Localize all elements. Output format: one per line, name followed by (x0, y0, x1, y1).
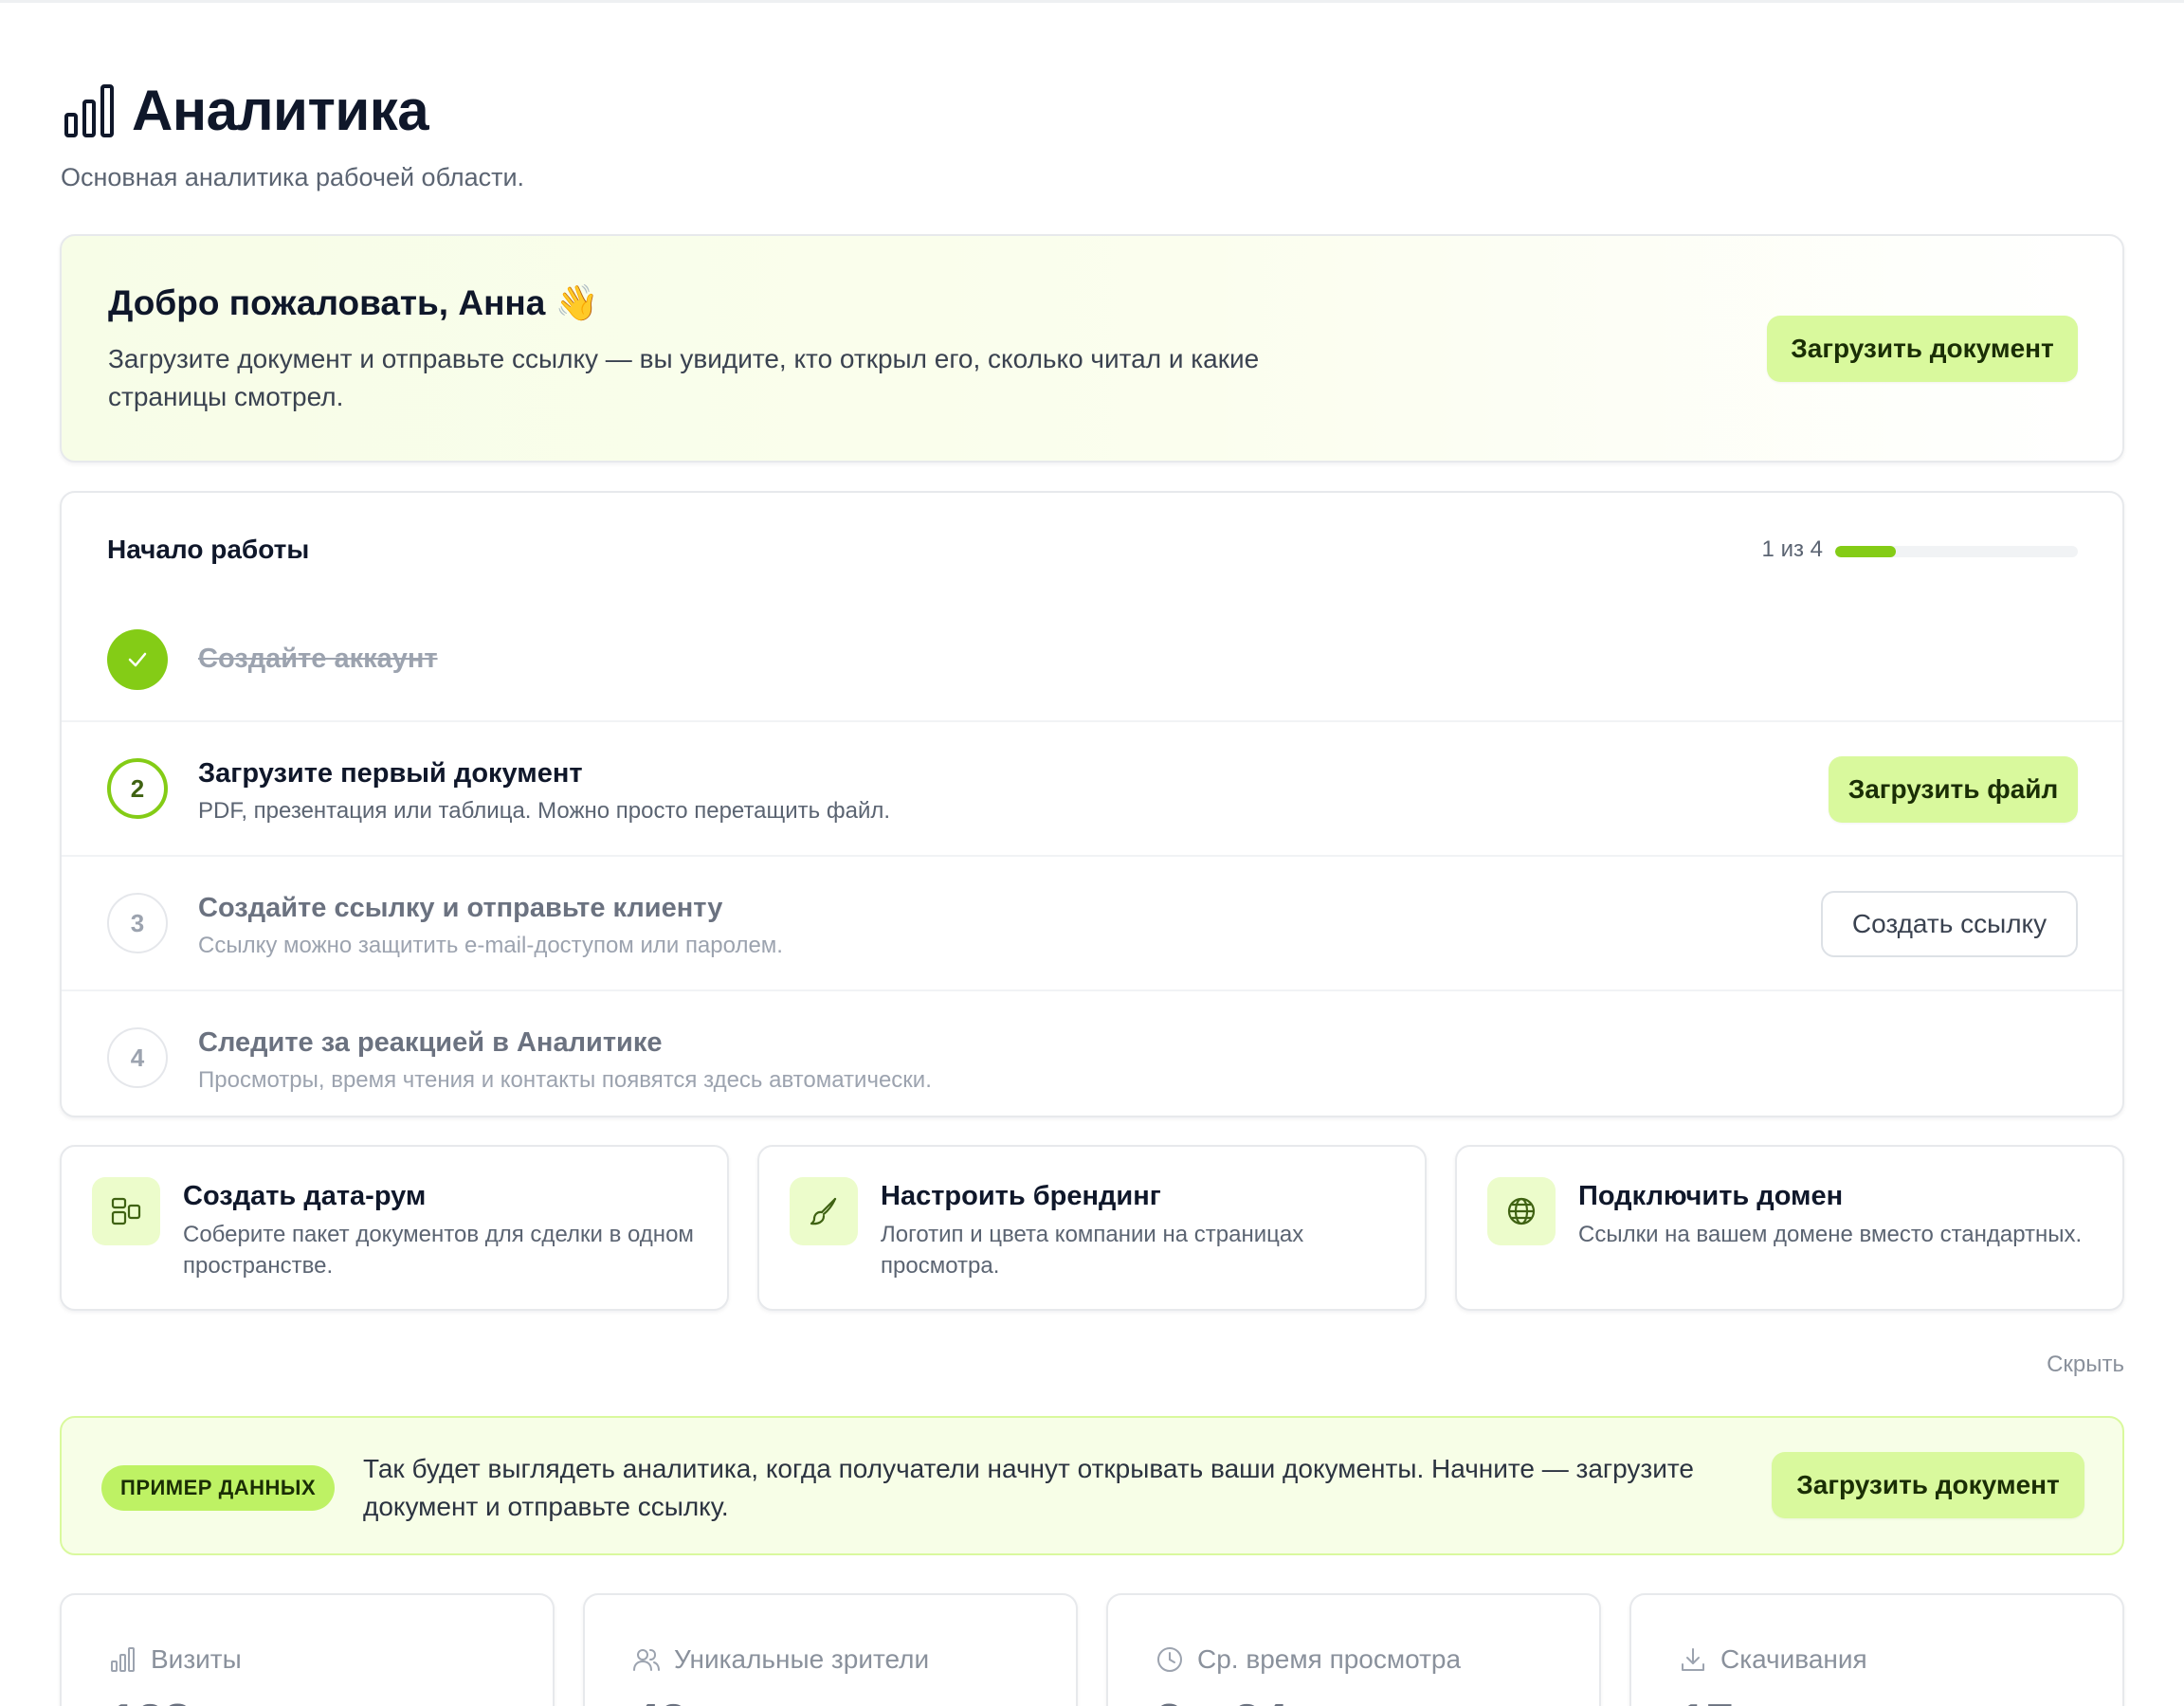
stat-label: Уникальные зрители (632, 1644, 929, 1675)
page-subtitle: Основная аналитика рабочей области. (61, 163, 525, 191)
page-title: Аналитика (132, 79, 429, 142)
quick-action-title: Настроить брендинг (881, 1181, 1161, 1211)
stat-label-text: Ср. время просмотра (1197, 1644, 1462, 1674)
welcome-text: Загрузите документ и отправьте ссылку — … (108, 344, 1260, 411)
step-number-badge: 2 (107, 758, 168, 819)
stat-card-downloads: Скачивания 17 (1629, 1593, 2124, 1706)
top-divider (0, 0, 2184, 3)
step-description: Ссылку можно защитить e-mail-доступом ил… (198, 933, 783, 958)
clock-icon (1157, 1647, 1182, 1672)
stat-value: 3м 24с (1156, 1694, 1316, 1706)
progress-text: 1 из 4 (1761, 536, 1823, 562)
sample-data-banner: ПРИМЕР ДАННЫХ Так будет выглядеть аналит… (60, 1416, 2124, 1555)
quick-action-description: Соберите пакет документов для сделки в о… (183, 1222, 694, 1279)
create-link-button[interactable]: Создать ссылку (1821, 891, 2078, 957)
onboarding-step-1: Создайте аккаунт (62, 576, 2122, 720)
sample-data-badge: ПРИМЕР ДАННЫХ (101, 1465, 336, 1511)
quick-action-title: Подключить домен (1578, 1181, 1844, 1211)
step-title: Загрузите первый документ (198, 758, 583, 789)
download-icon (1682, 1648, 1704, 1671)
progress-fill (1835, 546, 1896, 557)
onboarding-title: Начало работы (107, 535, 310, 564)
check-icon (128, 652, 147, 667)
upload-document-button[interactable]: Загрузить документ (1767, 316, 2078, 382)
stat-value: 128 (109, 1694, 191, 1706)
quick-action-description: Логотип и цвета компании на страницах пр… (881, 1222, 1304, 1279)
stat-label: Визиты (109, 1644, 242, 1675)
stat-card-unique-viewers: Уникальные зрители 42 (583, 1593, 1078, 1706)
page-header: Аналитика (64, 78, 429, 143)
welcome-title: Добро пожаловать, Анна 👋 (108, 283, 599, 322)
step-done-badge (107, 629, 168, 690)
onboarding-card: Начало работы 1 из 4 Создайте аккаунт 2 … (60, 491, 2124, 1117)
stat-card-visits: Визиты 128 (60, 1593, 555, 1706)
globe-icon (1487, 1177, 1556, 1245)
sample-upload-document-button[interactable]: Загрузить документ (1772, 1452, 2084, 1518)
hide-onboarding-link[interactable]: Скрыть (2047, 1352, 2124, 1378)
step-title: Создайте аккаунт (198, 644, 438, 674)
onboarding-step-2: 2 Загрузите первый документ PDF, презент… (62, 720, 2122, 855)
quick-action-title: Создать дата-рум (183, 1181, 427, 1211)
quick-action-domain[interactable]: Подключить домен Ссылки на вашем домене … (1455, 1145, 2124, 1311)
brush-icon (790, 1177, 858, 1245)
quick-action-branding[interactable]: Настроить брендинг Логотип и цвета компа… (757, 1145, 1427, 1311)
stat-label: Скачивания (1679, 1644, 1867, 1675)
stat-label-text: Визиты (151, 1644, 242, 1674)
onboarding-step-3: 3 Создайте ссылку и отправьте клиенту Сс… (62, 855, 2122, 989)
welcome-card: Добро пожаловать, Анна 👋 Загрузите докум… (60, 234, 2124, 463)
step-description: Просмотры, время чтения и контакты появя… (198, 1067, 932, 1093)
quick-action-data-room[interactable]: Создать дата-рум Соберите пакет документ… (60, 1145, 729, 1311)
step-description: PDF, презентация или таблица. Можно прос… (198, 798, 891, 824)
stat-value: 42 (632, 1694, 687, 1706)
upload-file-button[interactable]: Загрузить файл (1829, 756, 2078, 823)
quick-action-description: Ссылки на вашем домене вместо стандартны… (1578, 1222, 2083, 1247)
stat-card-avg-view-time: Ср. время просмотра 3м 24с (1106, 1593, 1601, 1706)
bar-chart-icon (64, 83, 114, 137)
dashboard-icon (92, 1177, 160, 1245)
progress-bar (1835, 546, 2078, 557)
bar-chart-icon (111, 1647, 135, 1672)
sample-data-text: Так будет выглядеть аналитика, когда пол… (363, 1454, 1694, 1521)
onboarding-step-4: 4 Следите за реакцией в Аналитике Просмо… (62, 989, 2122, 1117)
stat-value: 17 (1679, 1694, 1734, 1706)
step-title: Следите за реакцией в Аналитике (198, 1027, 663, 1058)
stat-label: Ср. время просмотра (1156, 1644, 1461, 1675)
stat-label-text: Уникальные зрители (674, 1644, 930, 1674)
stat-label-text: Скачивания (1720, 1644, 1867, 1674)
step-number-badge: 4 (107, 1027, 168, 1088)
step-number-badge: 3 (107, 893, 168, 953)
users-icon (633, 1649, 660, 1671)
step-title: Создайте ссылку и отправьте клиенту (198, 893, 723, 923)
